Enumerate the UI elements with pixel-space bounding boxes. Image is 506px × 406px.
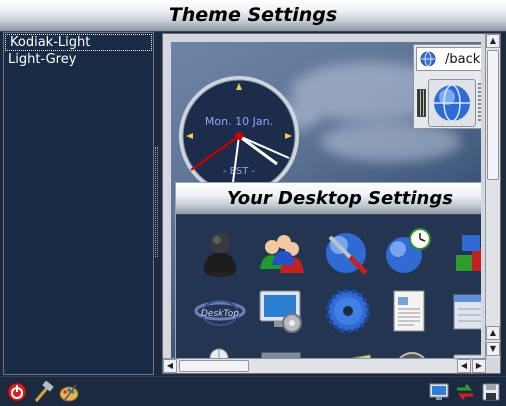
preview-horizontal-scrollbar[interactable]: ◀ ◀ ▶: [163, 358, 487, 373]
desktop-settings-title: Your Desktop Settings: [176, 183, 481, 215]
desktop-logo-icon[interactable]: DeskTop: [194, 291, 246, 331]
clock-zone: - EST -: [223, 166, 256, 177]
bottom-toolbar: [0, 376, 506, 406]
scroll-up-button-lower[interactable]: ▲: [486, 326, 500, 340]
pane-splitter[interactable]: [155, 147, 158, 257]
theme-item-light-grey[interactable]: Light-Grey: [4, 52, 153, 69]
scroll-left-button[interactable]: ◀: [163, 359, 177, 373]
users-group-icon[interactable]: [258, 229, 306, 277]
clock-date: Mon. 10 Jan.: [205, 115, 273, 128]
internet-time-icon[interactable]: [384, 227, 432, 277]
scroll-left-button-right[interactable]: ◀: [457, 359, 471, 373]
url-bar[interactable]: /backg: [416, 47, 481, 71]
globe-button[interactable]: [428, 79, 476, 127]
globe-button-icon: [434, 84, 470, 122]
scroll-thumb[interactable]: [487, 50, 499, 180]
hammer-icon[interactable]: [32, 381, 54, 403]
power-icon[interactable]: [6, 381, 28, 403]
speaker-icon[interactable]: [392, 349, 432, 358]
theme-list[interactable]: Kodiak-Light Light-Grey: [3, 32, 154, 375]
user-silhouette-icon[interactable]: [198, 229, 242, 277]
preview-vertical-scrollbar[interactable]: ▲ ▲ ▼: [485, 34, 500, 358]
theme-settings-window: Theme Settings Kodiak-Light Light-Grey M…: [0, 0, 506, 406]
mouse-icon[interactable]: [204, 347, 234, 358]
scroll-down-button[interactable]: ▼: [486, 342, 500, 356]
horizontal-scroll-thumb[interactable]: [179, 360, 249, 372]
file-manager-icon[interactable]: [452, 287, 481, 335]
scroll-corner: [487, 358, 500, 373]
theme-item-kodiak-light[interactable]: Kodiak-Light: [5, 34, 152, 51]
theme-preview: Mon. 10 Jan. - EST - /backg: [162, 33, 501, 374]
toolbar-grip[interactable]: [417, 89, 426, 117]
desktop-preview: Mon. 10 Jan. - EST - /backg: [171, 42, 481, 358]
window-icon[interactable]: [260, 351, 302, 358]
display-settings-icon[interactable]: [256, 287, 306, 335]
window-title: Theme Settings: [168, 4, 338, 26]
paint-palette-icon[interactable]: [58, 381, 80, 403]
globe-icon: [420, 51, 436, 67]
title-bar: Theme Settings: [0, 0, 506, 32]
color-blocks-icon[interactable]: [452, 229, 481, 277]
scroll-up-button[interactable]: ▲: [486, 34, 500, 48]
toolbar-grip-right[interactable]: [478, 83, 481, 123]
save-icon[interactable]: [480, 381, 502, 403]
desktop-settings-window: Your Desktop Settings DeskTop: [175, 182, 481, 358]
network-tools-icon[interactable]: [324, 229, 372, 277]
scroll-right-button[interactable]: ▶: [472, 359, 486, 373]
gear-icon[interactable]: [324, 287, 372, 335]
svg-text:DeskTop: DeskTop: [201, 309, 239, 319]
monitor-icon[interactable]: [428, 381, 450, 403]
document-icon[interactable]: [390, 287, 430, 335]
swap-icon[interactable]: [454, 381, 476, 403]
analog-clock-icon: Mon. 10 Jan. - EST -: [179, 76, 299, 196]
url-text: /backg: [445, 52, 481, 67]
browser-widget: /backg: [413, 44, 481, 129]
